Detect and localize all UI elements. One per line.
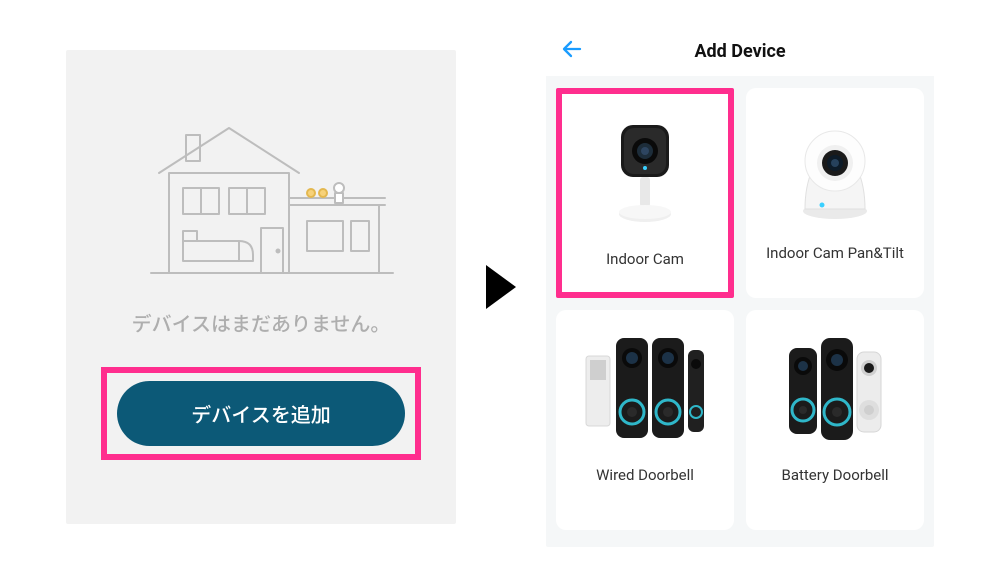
wired-doorbell-icon xyxy=(556,330,734,450)
device-label: Battery Doorbell xyxy=(781,466,888,484)
indoor-cam-pan-tilt-icon xyxy=(746,108,924,228)
device-card-indoor-cam-pan-tilt[interactable]: Indoor Cam Pan&Tilt xyxy=(746,88,924,298)
device-label: Indoor Cam xyxy=(606,250,684,268)
add-device-button[interactable]: デバイスを追加 xyxy=(117,381,405,446)
house-illustration xyxy=(111,113,411,283)
add-device-highlight: デバイスを追加 xyxy=(101,367,421,460)
device-card-wired-doorbell[interactable]: Wired Doorbell xyxy=(556,310,734,530)
empty-devices-screen: デバイスはまだありません。 デバイスを追加 xyxy=(66,50,456,524)
device-grid: Indoor Cam Indoor Cam Pan&Tilt xyxy=(546,88,934,530)
device-card-battery-doorbell[interactable]: Battery Doorbell xyxy=(746,310,924,530)
header-bar: Add Device xyxy=(546,26,934,76)
device-card-indoor-cam[interactable]: Indoor Cam xyxy=(556,88,734,298)
indoor-cam-icon xyxy=(562,114,728,234)
no-device-message: デバイスはまだありません。 xyxy=(132,308,391,337)
page-title: Add Device xyxy=(694,41,785,62)
device-label: Indoor Cam Pan&Tilt xyxy=(766,244,904,262)
add-device-screen: Add Device Indoor Cam xyxy=(546,26,934,547)
flow-arrow-icon xyxy=(486,265,516,309)
device-label: Wired Doorbell xyxy=(596,466,694,484)
battery-doorbell-icon xyxy=(746,330,924,450)
back-icon[interactable] xyxy=(560,37,584,65)
